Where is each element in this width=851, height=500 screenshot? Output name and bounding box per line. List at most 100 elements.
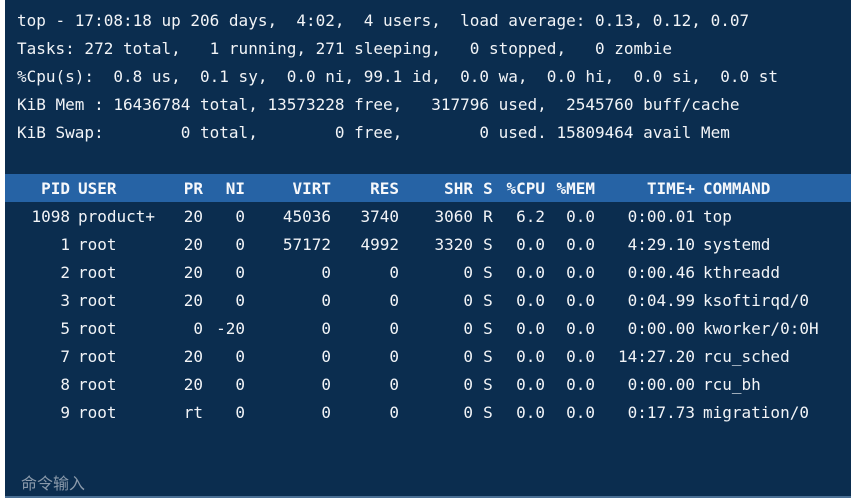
- terminal-window[interactable]: top - 17:08:18 up 206 days, 4:02, 4 user…: [5, 0, 851, 498]
- state-cell: S: [483, 318, 493, 338]
- col-user-header: USER: [78, 178, 117, 198]
- cpu-cell: 0.0: [516, 318, 545, 338]
- col-virt-header: VIRT: [292, 178, 331, 198]
- time-cell: 0:00.00: [627, 374, 695, 394]
- time-cell: 4:29.10: [627, 234, 695, 254]
- cpu-cell: 0.0: [516, 402, 545, 422]
- mem-cell: 0.0: [566, 402, 595, 422]
- table-row: 9 root rt 0 0 0 0 S 0.0 0.0 0:17.73 migr…: [5, 398, 851, 426]
- table-row: 5 root 0 -20 0 0 0 S 0.0 0.0 0:00.00 kwo…: [5, 314, 851, 342]
- cpu-cell: 0.0: [516, 374, 545, 394]
- mem-cell: 0.0: [566, 234, 595, 254]
- res-cell: 0: [389, 318, 399, 338]
- state-cell: S: [483, 346, 493, 366]
- user-cell: root: [78, 374, 117, 394]
- table-row: 1 root 20 0 57172 4992 3320 S 0.0 0.0 4:…: [5, 230, 851, 258]
- virt-cell: 0: [321, 374, 331, 394]
- pid-cell: 3: [60, 290, 70, 310]
- memory-line: KiB Mem : 16436784 total, 13573228 free,…: [17, 95, 740, 114]
- virt-cell: 0: [321, 402, 331, 422]
- pid-cell: 7: [60, 346, 70, 366]
- ni-cell: 0: [235, 234, 245, 254]
- table-row: 2 root 20 0 0 0 0 S 0.0 0.0 0:00.46 kthr…: [5, 258, 851, 286]
- pr-cell: 20: [183, 290, 203, 310]
- time-cell: 0:17.73: [627, 402, 695, 422]
- virt-cell: 0: [321, 262, 331, 282]
- command-cell: kthreadd: [703, 262, 781, 282]
- ni-cell: -20: [216, 318, 245, 338]
- state-cell: S: [483, 290, 493, 310]
- pr-cell: rt: [183, 402, 203, 422]
- res-cell: 4992: [360, 234, 399, 254]
- virt-cell: 57172: [282, 234, 331, 254]
- time-cell: 0:00.46: [627, 262, 695, 282]
- res-cell: 0: [389, 402, 399, 422]
- shr-cell: 0: [463, 318, 473, 338]
- state-cell: R: [483, 206, 493, 226]
- mem-cell: 0.0: [566, 346, 595, 366]
- ni-cell: 0: [235, 206, 245, 226]
- col-state-header: S: [483, 178, 493, 198]
- pid-cell: 1: [60, 234, 70, 254]
- cpu-cell: 6.2: [516, 206, 545, 226]
- cpu-cell: 0.0: [516, 262, 545, 282]
- pr-cell: 20: [183, 374, 203, 394]
- pr-cell: 20: [183, 206, 203, 226]
- col-ni-header: NI: [225, 178, 245, 198]
- shr-cell: 0: [463, 374, 473, 394]
- pid-cell: 2: [60, 262, 70, 282]
- command-cell: migration/0: [703, 402, 809, 422]
- col-mem-header: %MEM: [556, 178, 595, 198]
- res-cell: 3740: [360, 206, 399, 226]
- virt-cell: 0: [321, 346, 331, 366]
- command-cell: top: [703, 206, 732, 226]
- time-cell: 0:00.01: [627, 206, 695, 226]
- command-input[interactable]: 命令输入: [21, 470, 85, 494]
- user-cell: root: [78, 346, 117, 366]
- pr-cell: 20: [183, 346, 203, 366]
- command-cell: rcu_sched: [703, 346, 790, 366]
- time-cell: 0:04.99: [627, 290, 695, 310]
- command-cell: kworker/0:0H: [703, 318, 819, 338]
- cpu-cell: 0.0: [516, 346, 545, 366]
- cpu-cell: 0.0: [516, 290, 545, 310]
- mem-cell: 0.0: [566, 262, 595, 282]
- shr-cell: 0: [463, 290, 473, 310]
- command-cell: ksoftirqd/0: [703, 290, 809, 310]
- shr-cell: 0: [463, 262, 473, 282]
- pr-cell: 20: [183, 262, 203, 282]
- table-row: 1098 product+ 20 0 45036 3740 3060 R 6.2…: [5, 202, 851, 230]
- user-cell: root: [78, 290, 117, 310]
- cpu-line: %Cpu(s): 0.8 us, 0.1 sy, 0.0 ni, 99.1 id…: [17, 67, 778, 86]
- user-cell: root: [78, 262, 117, 282]
- cpu-cell: 0.0: [516, 234, 545, 254]
- res-cell: 0: [389, 262, 399, 282]
- table-row: 8 root 20 0 0 0 0 S 0.0 0.0 0:00.00 rcu_…: [5, 370, 851, 398]
- pr-cell: 20: [183, 234, 203, 254]
- col-command-header: COMMAND: [703, 178, 771, 198]
- time-cell: 14:27.20: [617, 346, 695, 366]
- table-row: 3 root 20 0 0 0 0 S 0.0 0.0 0:04.99 ksof…: [5, 286, 851, 314]
- col-cpu-header: %CPU: [506, 178, 545, 198]
- state-cell: S: [483, 402, 493, 422]
- time-cell: 0:00.00: [627, 318, 695, 338]
- top-summary: top - 17:08:18 up 206 days, 4:02, 4 user…: [17, 7, 778, 147]
- mem-cell: 0.0: [566, 318, 595, 338]
- mem-cell: 0.0: [566, 290, 595, 310]
- mem-cell: 0.0: [566, 206, 595, 226]
- col-shr-header: SHR: [444, 178, 473, 198]
- shr-cell: 3320: [434, 234, 473, 254]
- tasks-line: Tasks: 272 total, 1 running, 271 sleepin…: [17, 39, 673, 58]
- res-cell: 0: [389, 290, 399, 310]
- ni-cell: 0: [235, 402, 245, 422]
- col-time-header: TIME+: [646, 178, 695, 198]
- user-cell: root: [78, 402, 117, 422]
- virt-cell: 0: [321, 290, 331, 310]
- state-cell: S: [483, 234, 493, 254]
- state-cell: S: [483, 262, 493, 282]
- ni-cell: 0: [235, 374, 245, 394]
- user-cell: product+: [78, 206, 156, 226]
- res-cell: 0: [389, 346, 399, 366]
- user-cell: root: [78, 318, 117, 338]
- user-cell: root: [78, 234, 117, 254]
